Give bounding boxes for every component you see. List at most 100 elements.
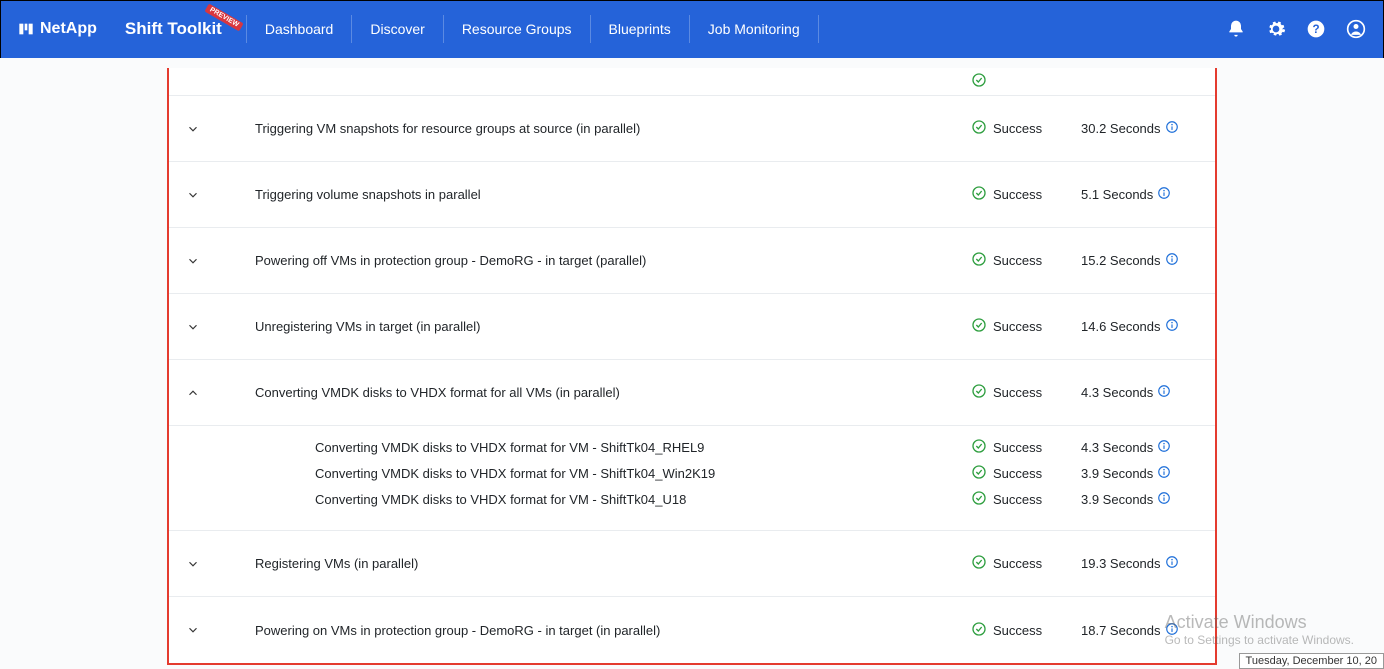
step-desc: Registering VMs (in parallel): [207, 556, 971, 571]
gear-icon[interactable]: [1266, 19, 1286, 39]
sub-step-desc: Converting VMDK disks to VHDX format for…: [207, 492, 971, 507]
sub-step-desc: Converting VMDK disks to VHDX format for…: [207, 466, 971, 481]
duration-text: 5.1 Seconds: [1081, 187, 1153, 202]
status-text: Success: [993, 385, 1042, 400]
status-text: Success: [993, 466, 1042, 481]
info-icon[interactable]: [1165, 622, 1179, 639]
success-icon: [971, 490, 987, 509]
duration-text: 19.3 Seconds: [1081, 556, 1161, 571]
main-nav: Dashboard Discover Resource Groups Bluep…: [246, 0, 819, 58]
step-desc: Triggering VM snapshots for resource gro…: [207, 121, 971, 136]
step-duration: 15.2 Seconds: [1081, 252, 1201, 269]
success-icon: [971, 185, 987, 204]
status-text: Success: [993, 253, 1042, 268]
info-icon[interactable]: [1157, 439, 1171, 456]
nav-job-monitoring[interactable]: Job Monitoring: [690, 15, 819, 43]
success-icon: [971, 72, 987, 91]
nav-discover[interactable]: Discover: [352, 15, 443, 43]
info-icon[interactable]: [1165, 318, 1179, 335]
sub-steps: Converting VMDK disks to VHDX format for…: [169, 426, 1215, 531]
expand-toggle[interactable]: [179, 386, 207, 400]
duration-text: 4.3 Seconds: [1081, 440, 1153, 455]
step-status: Success: [971, 119, 1081, 138]
sub-step-status: Success: [971, 464, 1081, 483]
status-text: Success: [993, 187, 1042, 202]
status-text: Success: [993, 556, 1042, 571]
user-icon[interactable]: [1346, 19, 1366, 39]
duration-text: 18.7 Seconds: [1081, 623, 1161, 638]
step-row: Triggering volume snapshots in parallel S…: [169, 162, 1215, 228]
header-icons: ?: [1226, 19, 1366, 39]
step-duration: 30.2 Seconds: [1081, 120, 1201, 137]
step-row: Powering off VMs in protection group - D…: [169, 228, 1215, 294]
step-status: Success: [971, 621, 1081, 640]
brand-logo: NetApp: [18, 20, 97, 38]
step-duration: 18.7 Seconds: [1081, 622, 1201, 639]
expand-toggle[interactable]: [179, 320, 207, 334]
sub-step-row: Converting VMDK disks to VHDX format for…: [169, 460, 1215, 486]
step-row-partial: [169, 68, 1215, 96]
step-row: Triggering VM snapshots for resource gro…: [169, 96, 1215, 162]
bell-icon[interactable]: [1226, 19, 1246, 39]
duration-text: 15.2 Seconds: [1081, 253, 1161, 268]
success-icon: [971, 464, 987, 483]
status-text: Success: [993, 492, 1042, 507]
success-icon: [971, 554, 987, 573]
info-icon[interactable]: [1157, 465, 1171, 482]
info-icon[interactable]: [1157, 491, 1171, 508]
success-icon: [971, 119, 987, 138]
status-text: Success: [993, 121, 1042, 136]
step-row: Registering VMs (in parallel) Success 19.3…: [169, 531, 1215, 597]
success-icon: [971, 438, 987, 457]
step-status: [971, 72, 1081, 91]
nav-dashboard[interactable]: Dashboard: [246, 15, 353, 43]
expand-toggle[interactable]: [179, 188, 207, 202]
nav-resource-groups[interactable]: Resource Groups: [444, 15, 591, 43]
duration-text: 4.3 Seconds: [1081, 385, 1153, 400]
step-row: Unregistering VMs in target (in parallel…: [169, 294, 1215, 360]
status-text: Success: [993, 623, 1042, 638]
step-desc: Triggering volume snapshots in parallel: [207, 187, 971, 202]
job-steps-panel: Triggering VM snapshots for resource gro…: [167, 68, 1217, 665]
info-icon[interactable]: [1157, 186, 1171, 203]
system-tray-date: Tuesday, December 10, 20: [1239, 653, 1384, 669]
step-status: Success: [971, 185, 1081, 204]
expand-toggle[interactable]: [179, 254, 207, 268]
success-icon: [971, 251, 987, 270]
step-status: Success: [971, 251, 1081, 270]
step-row: Powering on VMs in protection group - De…: [169, 597, 1215, 663]
sub-step-duration: 3.9 Seconds: [1081, 465, 1201, 482]
duration-text: 30.2 Seconds: [1081, 121, 1161, 136]
help-icon[interactable]: ?: [1306, 19, 1326, 39]
step-desc: Unregistering VMs in target (in parallel…: [207, 319, 971, 334]
info-icon[interactable]: [1157, 384, 1171, 401]
netapp-icon: [18, 21, 34, 37]
app-title: Shift Toolkit PREVIEW: [125, 19, 222, 39]
step-row: Converting VMDK disks to VHDX format for…: [169, 360, 1215, 426]
sub-step-duration: 4.3 Seconds: [1081, 439, 1201, 456]
success-icon: [971, 317, 987, 336]
brand-text: NetApp: [40, 20, 97, 38]
sub-step-row: Converting VMDK disks to VHDX format for…: [169, 434, 1215, 460]
step-duration: 19.3 Seconds: [1081, 555, 1201, 572]
svg-text:?: ?: [1312, 23, 1319, 36]
step-duration: 14.6 Seconds: [1081, 318, 1201, 335]
duration-text: 3.9 Seconds: [1081, 492, 1153, 507]
main-content: Triggering VM snapshots for resource gro…: [0, 58, 1384, 669]
info-icon[interactable]: [1165, 120, 1179, 137]
step-desc: Powering on VMs in protection group - De…: [207, 623, 971, 638]
status-text: Success: [993, 319, 1042, 334]
step-desc: Powering off VMs in protection group - D…: [207, 253, 971, 268]
step-status: Success: [971, 554, 1081, 573]
sub-step-status: Success: [971, 438, 1081, 457]
step-status: Success: [971, 383, 1081, 402]
info-icon[interactable]: [1165, 252, 1179, 269]
step-status: Success: [971, 317, 1081, 336]
info-icon[interactable]: [1165, 555, 1179, 572]
status-text: Success: [993, 440, 1042, 455]
app-title-text: Shift Toolkit: [125, 19, 222, 38]
expand-toggle[interactable]: [179, 623, 207, 637]
nav-blueprints[interactable]: Blueprints: [591, 15, 690, 43]
expand-toggle[interactable]: [179, 122, 207, 136]
expand-toggle[interactable]: [179, 557, 207, 571]
